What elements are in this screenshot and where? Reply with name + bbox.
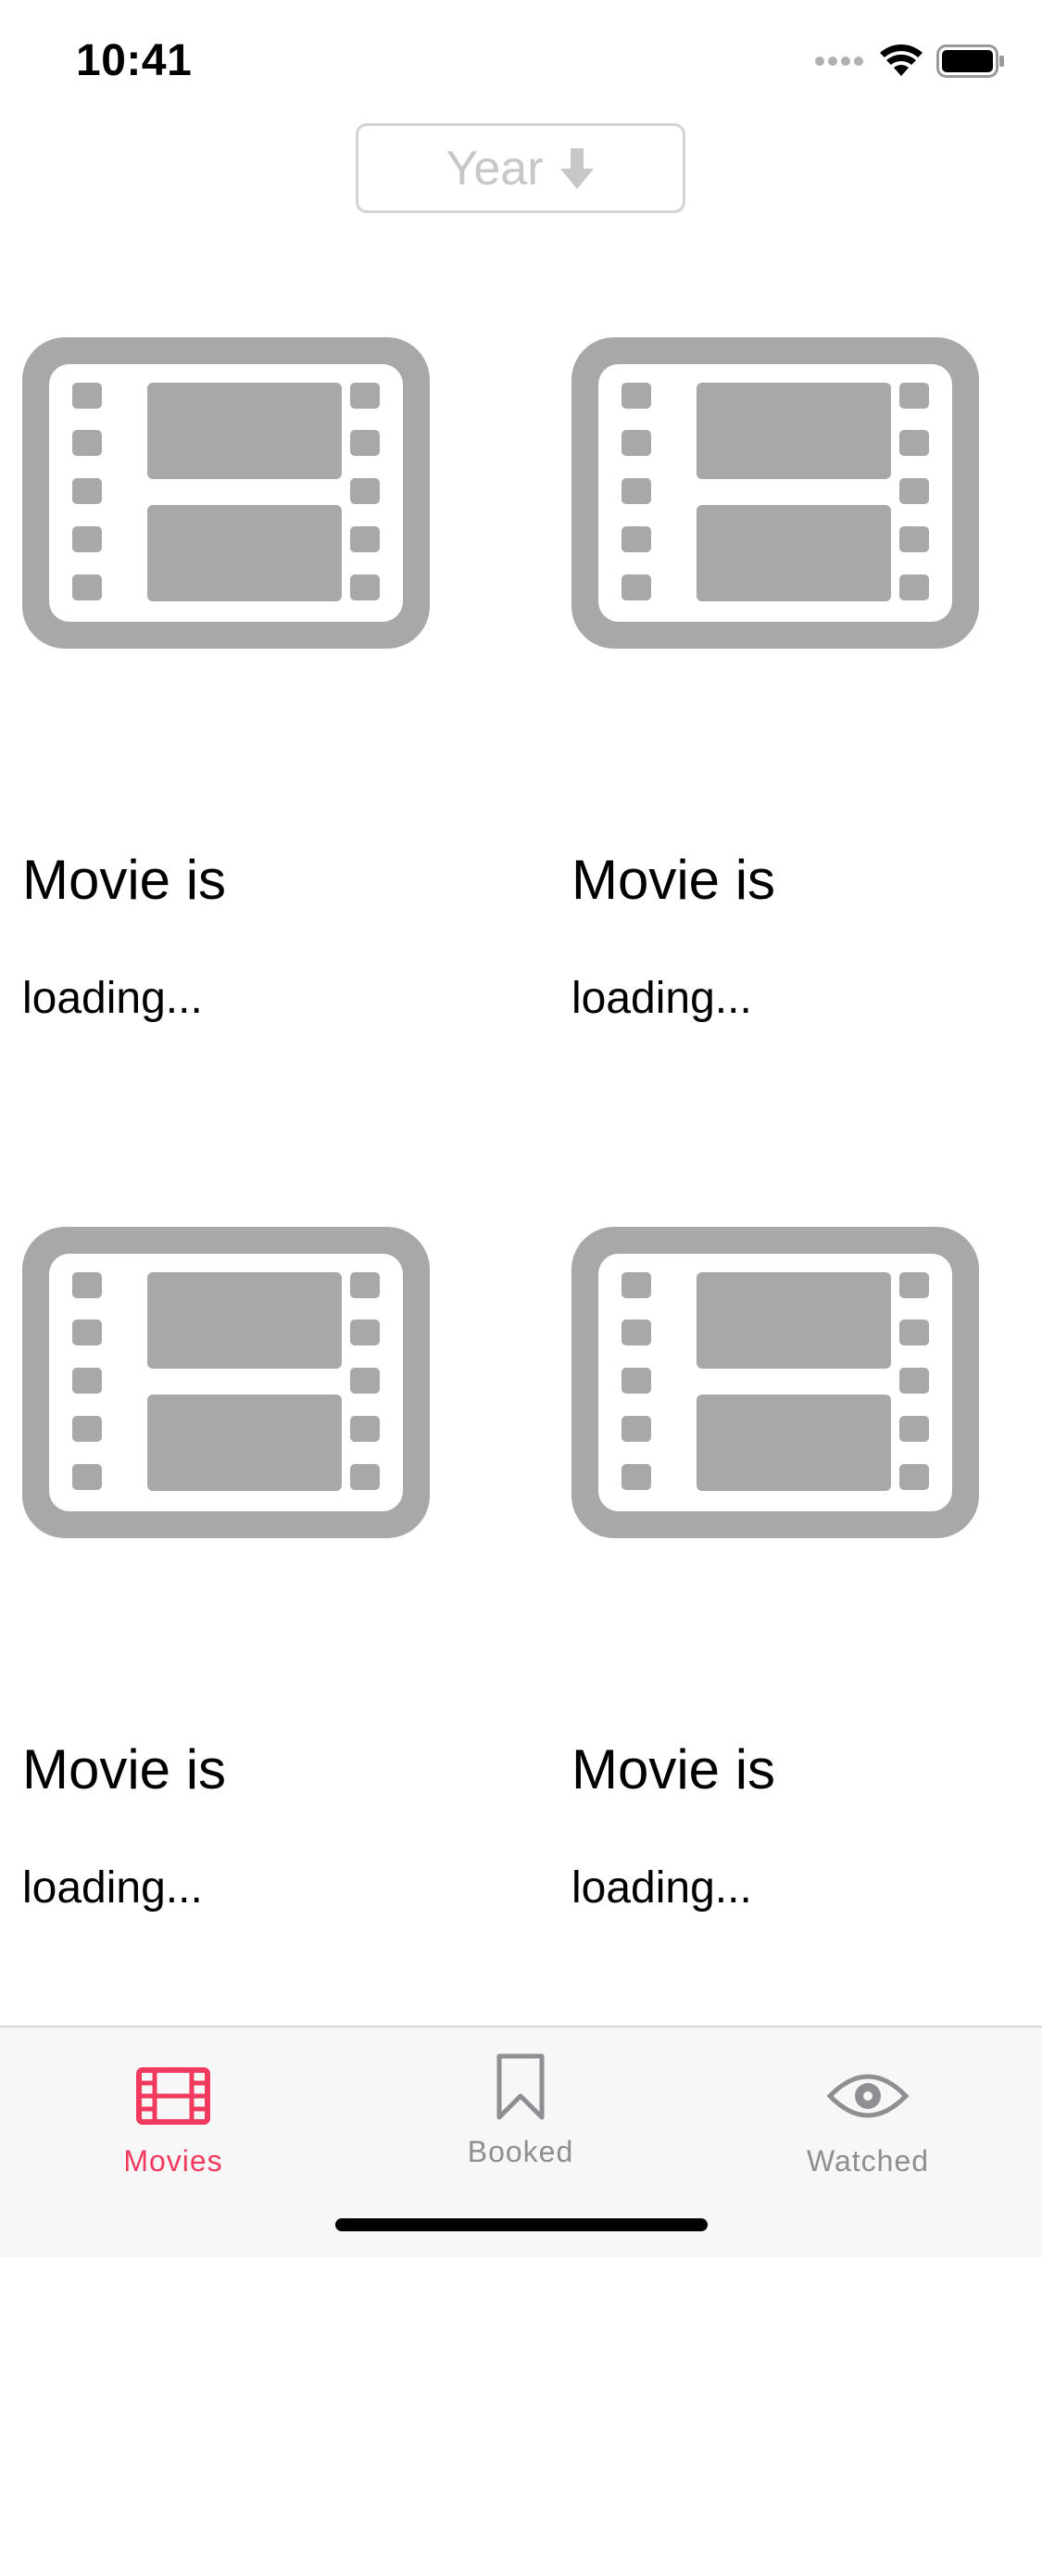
arrow-down-icon xyxy=(559,146,596,191)
battery-icon xyxy=(936,44,1004,78)
movie-subtitle: loading... xyxy=(571,974,752,1023)
wifi-icon xyxy=(880,44,923,76)
movie-title: Movie is xyxy=(571,849,776,911)
film-icon xyxy=(571,337,979,649)
home-indicator xyxy=(335,2218,708,2231)
tab-label: Booked xyxy=(467,2135,574,2168)
status-bar: 10:41 xyxy=(0,0,1042,122)
movie-title: Movie is xyxy=(571,1738,776,1800)
tab-movies[interactable]: Movies xyxy=(34,2050,312,2178)
sort-button-label: Year xyxy=(446,141,544,196)
movie-card-text: Movie is loading... xyxy=(571,852,1042,1686)
tab-label: Movies xyxy=(123,2144,223,2178)
movie-card-text: Movie is loading... xyxy=(22,852,541,1686)
movie-subtitle: loading... xyxy=(571,1863,752,1913)
tab-booked[interactable]: Booked xyxy=(382,2050,659,2169)
film-icon xyxy=(22,337,430,649)
cellular-signal-icon xyxy=(815,57,863,66)
eye-icon xyxy=(826,2074,910,2118)
status-time: 10:41 xyxy=(76,36,193,85)
tab-label: Watched xyxy=(806,2144,930,2178)
movie-subtitle: loading... xyxy=(22,974,203,1023)
movie-title: Movie is xyxy=(22,1738,227,1800)
movie-subtitle: loading... xyxy=(22,1863,203,1913)
film-icon xyxy=(136,2067,210,2125)
status-icons xyxy=(814,44,1005,78)
tab-watched[interactable]: Watched xyxy=(729,2050,1007,2178)
bookmark-icon xyxy=(496,2053,545,2120)
sort-year-button[interactable]: Year xyxy=(356,123,685,213)
movie-title: Movie is xyxy=(22,849,227,911)
